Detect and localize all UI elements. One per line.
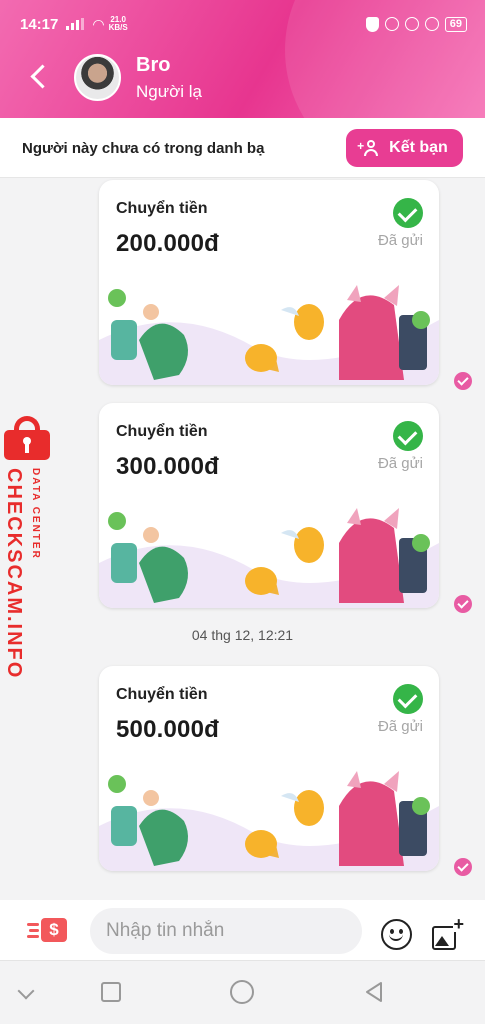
add-friend-button[interactable]: + Kết bạn (346, 129, 463, 167)
transfer-illustration (99, 771, 439, 871)
contact-name[interactable]: Bro (136, 54, 170, 77)
money-icon: $ (41, 918, 67, 942)
add-friend-label: Kết bạn (389, 139, 448, 156)
seen-check-icon (454, 372, 472, 390)
chevron-down-icon[interactable] (17, 982, 35, 1000)
system-nav-bar (0, 960, 485, 1024)
check-icon (393, 684, 423, 714)
message-input-bar: $ + (0, 900, 485, 960)
chat-header: 14:17 ◠ 21.0 KB/S 69 Bro Người lạ (0, 0, 485, 118)
seen-check-icon (454, 595, 472, 613)
checkscam-watermark: CHECKSCAM.INFO DATA CENTER (0, 416, 58, 679)
recent-apps-icon[interactable] (101, 982, 121, 1002)
add-image-icon[interactable]: + (432, 915, 464, 950)
shield-icon (365, 16, 379, 32)
add-person-icon: + (357, 140, 381, 156)
status-time: 14:17 (20, 15, 59, 33)
seen-check-icon (454, 858, 472, 876)
transfer-illustration (99, 285, 439, 385)
back-arrow-icon[interactable] (26, 62, 52, 92)
battery-icon: 69 (444, 16, 467, 32)
not-in-contacts-text: Người này chưa có trong danh bạ (22, 140, 265, 157)
transfer-amount: 500.000đ (116, 716, 220, 743)
transfer-amount: 300.000đ (116, 453, 220, 480)
transfer-illustration (99, 508, 439, 608)
transfer-title: Chuyển tiền (116, 686, 208, 703)
money-transfer-card[interactable]: Chuyển tiền 500.000đ Đã gửi (99, 666, 439, 871)
check-icon (393, 421, 423, 451)
at-icon (404, 17, 419, 31)
transfer-status: Đã gửi (377, 232, 423, 249)
transfer-status: Đã gửi (377, 455, 423, 472)
network-speed-unit: KB/S (108, 23, 128, 32)
emoji-icon[interactable] (381, 919, 412, 950)
signal-icon (66, 18, 85, 30)
network-speed: 21.0 KB/S (109, 16, 128, 32)
not-in-contacts-bar: Người này chưa có trong danh bạ + Kết bạ… (0, 118, 485, 178)
alarm-icon (424, 17, 439, 31)
avatar[interactable] (74, 54, 121, 101)
transfer-title: Chuyển tiền (116, 423, 208, 440)
money-transfer-card[interactable]: Chuyển tiền 300.000đ Đã gửi (99, 403, 439, 608)
watermark-brand: CHECKSCAM.INFO (3, 468, 25, 680)
wifi-icon: ◠ (92, 15, 105, 32)
message-input[interactable] (90, 908, 362, 954)
status-bar: 14:17 ◠ 21.0 KB/S 69 (20, 12, 467, 36)
send-money-button[interactable]: $ (27, 918, 67, 944)
watermark-sub: DATA CENTER (30, 468, 41, 560)
nav-back-icon[interactable] (363, 981, 385, 1003)
mute-icon (384, 17, 399, 31)
contact-status: Người lạ (136, 82, 202, 101)
check-icon (393, 198, 423, 228)
home-icon[interactable] (230, 980, 254, 1004)
message-timestamp: 04 thg 12, 12:21 (191, 627, 294, 643)
status-icons: 69 (365, 16, 467, 32)
transfer-amount: 200.000đ (116, 230, 220, 257)
money-transfer-card[interactable]: Chuyển tiền 200.000đ Đã gửi (99, 180, 439, 385)
lock-body (4, 430, 50, 460)
transfer-status: Đã gửi (377, 718, 423, 735)
transfer-title: Chuyển tiền (116, 200, 208, 217)
